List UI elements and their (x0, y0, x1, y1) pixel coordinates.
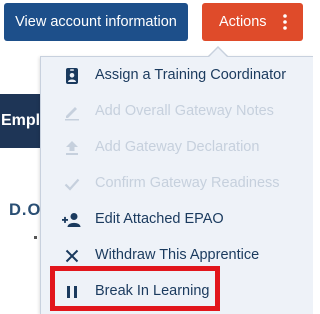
page: Employer D.O.B View account information … (0, 0, 313, 314)
menu-item-break-in-learning[interactable]: Break In Learning (41, 274, 313, 310)
id-badge-icon (66, 68, 78, 84)
actions-button[interactable]: Actions (202, 3, 303, 41)
menu-caret (209, 48, 227, 57)
section-heading-text: Employer (1, 112, 40, 129)
menu-item-add-gateway-declaration: Add Gateway Declaration (41, 130, 313, 166)
menu-item-withdraw-this-apprentice[interactable]: Withdraw This Apprentice (41, 238, 313, 274)
kebab-menu-icon (283, 14, 287, 30)
menu-item-confirm-gateway-readiness: Confirm Gateway Readiness (41, 166, 313, 202)
add-user-icon (62, 213, 81, 227)
pencil-icon (65, 107, 79, 121)
bullet-dot (34, 236, 37, 239)
pause-icon (67, 286, 77, 298)
upload-icon (66, 141, 78, 155)
view-account-information-label: View account information (15, 14, 177, 30)
actions-label: Actions (219, 14, 267, 30)
menu-item-label: Confirm Gateway Readiness (95, 175, 280, 191)
checkmark-icon (64, 178, 80, 191)
menu-item-edit-attached-epao[interactable]: Edit Attached EPAO (41, 202, 313, 238)
menu-item-label: Edit Attached EPAO (95, 211, 224, 227)
section-heading: Employer (0, 94, 40, 148)
view-account-information-button[interactable]: View account information (4, 3, 188, 41)
actions-dropdown-menu: Assign a Training Coordinator Add Overal… (40, 56, 313, 314)
menu-item-label: Add Overall Gateway Notes (95, 103, 274, 119)
menu-item-label: Add Gateway Declaration (95, 139, 260, 155)
menu-item-assign-training-coordinator[interactable]: Assign a Training Coordinator (41, 58, 313, 94)
menu-item-label: Assign a Training Coordinator (95, 67, 287, 83)
menu-item-label: Break In Learning (95, 283, 210, 299)
menu-item-add-overall-gateway-notes: Add Overall Gateway Notes (41, 94, 313, 130)
close-icon (65, 249, 79, 263)
menu-item-label: Withdraw This Apprentice (95, 247, 260, 263)
